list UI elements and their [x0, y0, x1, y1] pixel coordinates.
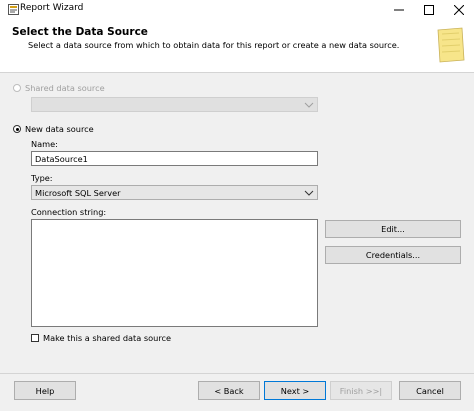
connection-string-textarea[interactable]	[31, 219, 318, 327]
type-value: Microsoft SQL Server	[35, 188, 121, 198]
new-data-source-label: New data source	[25, 124, 94, 134]
page-subtitle: Select a data source from which to obtai…	[28, 40, 400, 50]
minimize-icon	[394, 9, 404, 11]
shared-data-source-radio[interactable]	[13, 84, 21, 92]
shared-data-source-dropdown[interactable]	[31, 97, 318, 112]
type-dropdown[interactable]: Microsoft SQL Server	[31, 185, 318, 200]
shared-data-source-label: Shared data source	[25, 83, 105, 93]
finish-button[interactable]: Finish >>|	[330, 381, 392, 400]
close-button[interactable]	[444, 0, 474, 20]
help-button[interactable]: Help	[14, 381, 76, 400]
note-icon	[437, 27, 465, 63]
new-data-source-radio[interactable]	[13, 125, 21, 133]
edit-button[interactable]: Edit...	[325, 220, 461, 238]
chevron-down-icon	[304, 102, 314, 108]
minimize-button[interactable]	[384, 0, 414, 20]
maximize-icon	[424, 5, 434, 15]
cancel-button[interactable]: Cancel	[399, 381, 461, 400]
close-icon	[454, 5, 464, 15]
report-wizard-icon	[8, 4, 19, 15]
back-button[interactable]: < Back	[198, 381, 260, 400]
window-title: Report Wizard	[20, 3, 84, 13]
make-shared-checkbox[interactable]	[31, 334, 39, 342]
chevron-down-icon	[304, 190, 314, 196]
name-input[interactable]: DataSource1	[31, 151, 318, 166]
credentials-button[interactable]: Credentials...	[325, 246, 461, 264]
make-shared-label: Make this a shared data source	[43, 333, 172, 343]
page-title: Select the Data Source	[12, 26, 148, 38]
type-label: Type:	[31, 173, 53, 183]
maximize-button[interactable]	[414, 0, 444, 20]
connection-string-label: Connection string:	[31, 207, 107, 217]
next-button[interactable]: Next >	[264, 381, 326, 400]
name-label: Name:	[31, 139, 58, 149]
